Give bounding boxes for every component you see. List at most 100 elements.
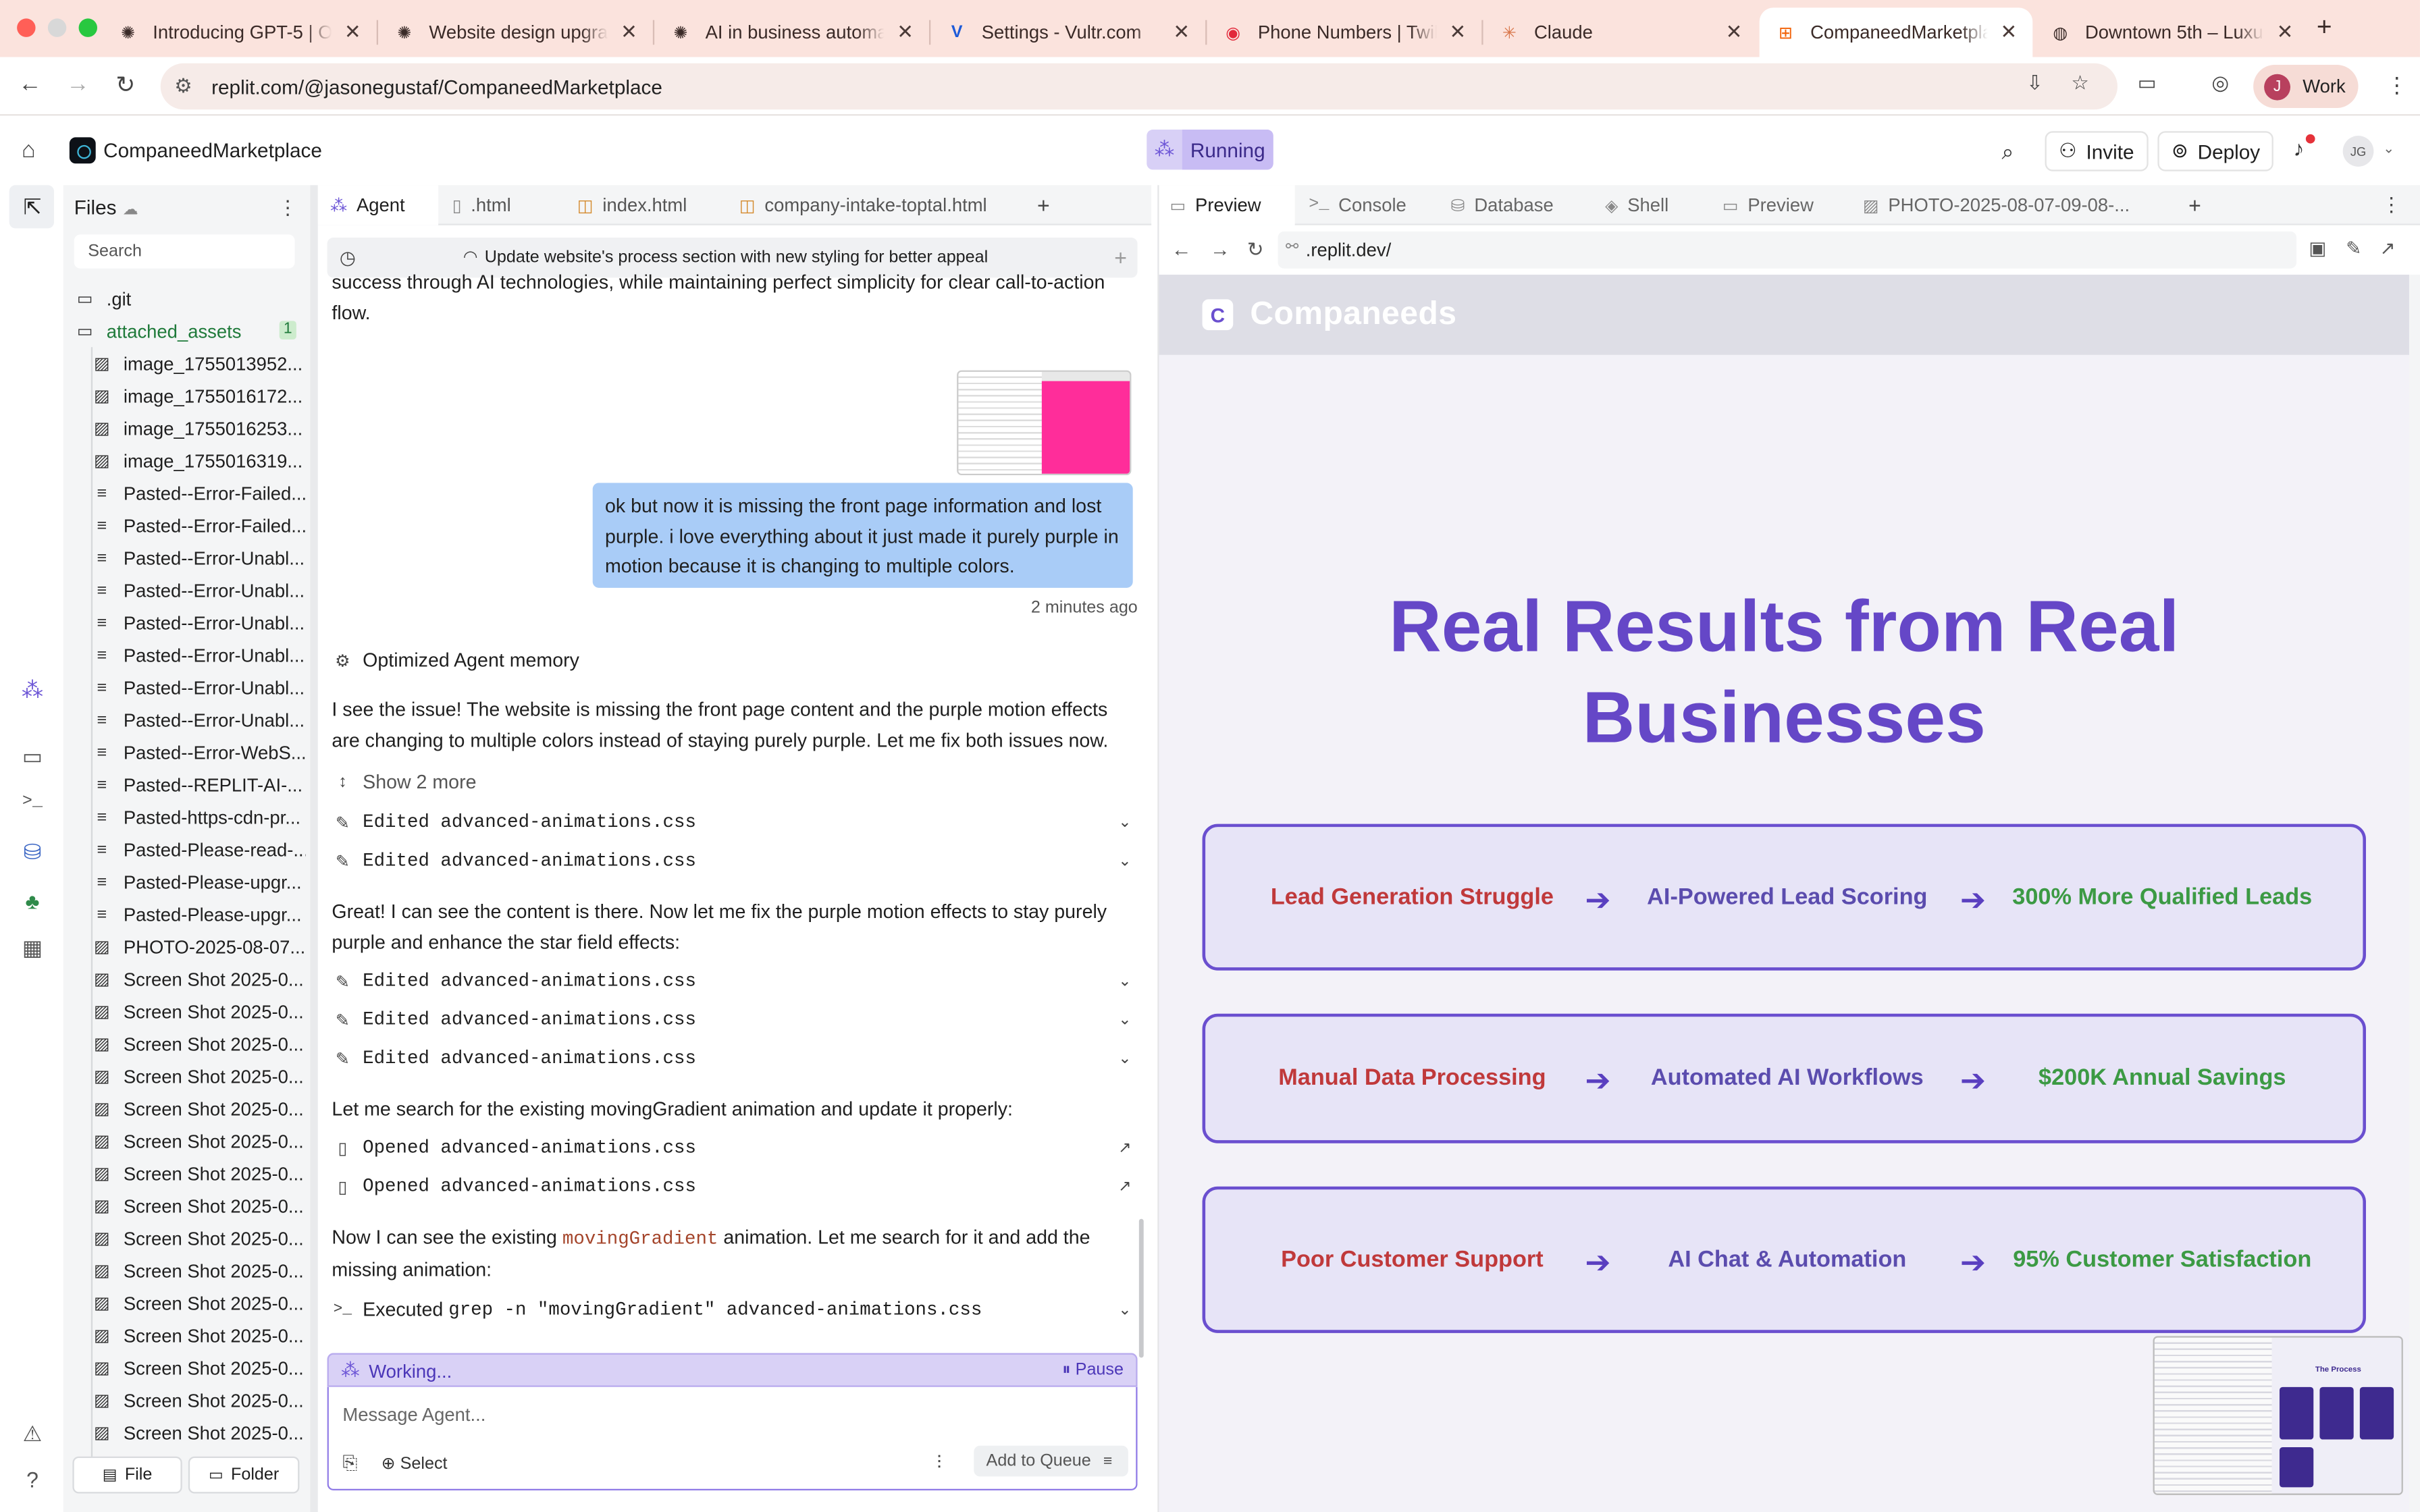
action-edited-file[interactable]: ✎ Edited advanced-animations.css ⌄ [332, 966, 1134, 997]
file-item[interactable]: ▨ Screen Shot 2025-0... [91, 1287, 306, 1319]
folder-item[interactable]: ▭ attached_assets [74, 315, 289, 347]
bookmark-star-icon[interactable]: ☆ [2071, 71, 2089, 96]
settings-sliders-icon[interactable]: ⫶ [937, 1452, 941, 1475]
back-icon[interactable]: ← [18, 71, 41, 97]
tree-tool-icon[interactable]: ♣ [18, 889, 46, 914]
file-item[interactable]: ▨ Screen Shot 2025-0... [91, 1351, 306, 1384]
close-tab-icon[interactable]: ✕ [1449, 20, 1466, 45]
file-item[interactable]: ≡ Pasted--Error-WebS... [91, 736, 305, 768]
tab-console[interactable]: >_ Console [1298, 185, 1437, 225]
devices-icon[interactable]: ▣ [2309, 238, 2326, 259]
browser-tab[interactable]: V Settings - Vultr.com ✕ [930, 7, 1205, 57]
apps-tool-icon[interactable]: ▦ [18, 935, 46, 961]
open-new-window-icon[interactable]: ↗ [2380, 238, 2396, 259]
close-window-button[interactable] [17, 18, 36, 37]
chevron-down-icon[interactable]: ⌄ [2383, 140, 2394, 157]
panel-divider[interactable] [310, 185, 318, 1512]
browser-tab[interactable]: ◍ Downtown 5th – Luxury ✕ [2034, 7, 2309, 57]
file-item[interactable]: ▨ image_1755013952... [91, 347, 306, 379]
action-opened-file[interactable]: ▯ Opened advanced-animations.css ↗ [332, 1171, 1134, 1202]
action-executed-command[interactable]: >_ Executed grep -n "movingGradient" adv… [332, 1295, 1134, 1326]
show-more-button[interactable]: ↕ Show 2 more [332, 767, 1134, 798]
close-tab-icon[interactable]: ✕ [1726, 20, 1743, 45]
file-item[interactable]: ▨ Screen Shot 2025-0... [91, 995, 306, 1027]
attach-icon[interactable]: ⎘ [342, 1452, 357, 1475]
file-item[interactable]: ▨ Screen Shot 2025-0... [91, 1319, 306, 1351]
forward-icon[interactable]: → [66, 71, 89, 97]
screenshot-preview-thumbnail[interactable]: The Process [2153, 1336, 2403, 1495]
bell-icon[interactable]: ♪ [2294, 136, 2305, 161]
minimize-window-button[interactable] [47, 18, 67, 37]
site-settings-icon[interactable]: ⚙ [174, 74, 192, 99]
alerts-icon[interactable]: ⚠ [18, 1421, 46, 1447]
preview-tool-icon[interactable]: ▭ [18, 744, 46, 770]
tab-shell[interactable]: ◈ Shell [1594, 185, 1718, 225]
file-item[interactable]: ≡ Pasted-Please-read-... [91, 833, 305, 865]
select-element-button[interactable]: ⊕ Select [382, 1453, 448, 1473]
file-item[interactable]: ▨ Screen Shot 2025-0... [91, 1157, 306, 1189]
run-status-button[interactable]: ⁂ Running [1147, 129, 1273, 170]
tab-database[interactable]: ⛁ Database [1440, 185, 1579, 225]
tab-preview-2[interactable]: ▭ Preview [1712, 185, 1851, 225]
help-icon[interactable]: ? [18, 1467, 46, 1492]
file-item[interactable]: ≡ Pasted-Please-upgr... [91, 898, 306, 930]
file-item[interactable]: ▨ Screen Shot 2025-0... [91, 963, 306, 995]
file-item[interactable]: ▨ PHOTO-2025-08-07... [91, 930, 306, 963]
tab-preview[interactable]: ▭ Preview [1159, 185, 1295, 225]
preview-url-input[interactable]: ⚯ .replit.dev/ [1278, 231, 2297, 269]
action-edited-file[interactable]: ✎ Edited advanced-animations.css ⌄ [332, 846, 1134, 877]
action-edited-file[interactable]: ✎ Edited advanced-animations.css ⌄ [332, 807, 1134, 838]
reading-mode-icon[interactable]: ▭ [2138, 71, 2157, 96]
folder-item[interactable]: ▭ .git [74, 282, 289, 315]
browser-menu-icon[interactable]: ⋮ [2386, 72, 2408, 99]
close-tab-icon[interactable]: ✕ [344, 20, 361, 45]
add-tab-icon[interactable]: + [2188, 193, 2201, 218]
invite-button[interactable]: ⚇ Invite [2045, 131, 2149, 171]
devtools-icon[interactable]: ✎ [2346, 238, 2361, 259]
close-tab-icon[interactable]: ✕ [621, 20, 637, 45]
file-item[interactable]: ▨ Screen Shot 2025-0... [91, 1254, 306, 1287]
maximize-window-button[interactable] [78, 18, 97, 37]
file-item[interactable]: ▨ image_1755016253... [91, 412, 306, 444]
close-tab-icon[interactable]: ✕ [2000, 20, 2017, 45]
preview-scrollbar[interactable] [2409, 274, 2420, 1512]
file-item[interactable]: ▨ Screen Shot 2025-0... [91, 1125, 306, 1157]
install-app-icon[interactable]: ⇩ [2026, 71, 2043, 96]
url-omnibox[interactable]: ⚙ replit.com/@jasonegustaf/CompaneedMark… [160, 63, 2118, 110]
tab-index-html[interactable]: ◫ index.html [565, 185, 726, 225]
file-item[interactable]: ▨ Screen Shot 2025-0... [91, 1189, 306, 1222]
action-edited-file[interactable]: ✎ Edited advanced-animations.css ⌄ [332, 1043, 1134, 1074]
site-brand[interactable]: Companeeds [1250, 296, 1456, 333]
file-item[interactable]: ≡ Pasted--Error-Unabl... [91, 639, 306, 671]
agent-tool-icon[interactable]: ⁂ [18, 677, 46, 703]
file-item[interactable]: ≡ Pasted--Error-Unabl... [91, 703, 306, 736]
file-item[interactable]: ≡ Pasted--Error-Unabl... [91, 574, 306, 606]
file-item[interactable]: ≡ Pasted--Error-Unabl... [91, 671, 306, 703]
files-search-input[interactable]: Search [74, 234, 295, 269]
close-tab-icon[interactable]: ✕ [1173, 20, 1190, 45]
tab-html[interactable]: ▯ .html [440, 185, 563, 225]
shell-tool-icon[interactable]: >_ [18, 793, 46, 811]
file-item[interactable]: ▨ image_1755016319... [91, 444, 306, 477]
file-item[interactable]: ≡ Pasted-Please-upgr... [91, 865, 306, 898]
files-menu-icon[interactable]: ⋮ [278, 196, 298, 221]
attached-screenshot-thumbnail[interactable] [957, 370, 1132, 475]
reload-icon[interactable]: ↻ [1247, 238, 1264, 263]
database-tool-icon[interactable]: ⛁ [18, 839, 46, 865]
site-logo[interactable]: C [1202, 299, 1234, 331]
new-file-button[interactable]: ▤ File [72, 1456, 182, 1494]
file-item[interactable]: ≡ Pasted--Error-Unabl... [91, 606, 306, 639]
reload-icon[interactable]: ↻ [115, 71, 135, 99]
tab-company-intake[interactable]: ◫ company-intake-toptal.html [727, 185, 1020, 225]
action-edited-file[interactable]: ✎ Edited advanced-animations.css ⌄ [332, 1004, 1134, 1035]
browser-tab[interactable]: ✺ AI in business automati ✕ [654, 7, 929, 57]
browser-tab[interactable]: ✺ Introducing GPT-5 | Op ✕ [102, 7, 377, 57]
panel-menu-icon[interactable]: ⋮ [2382, 193, 2402, 218]
history-icon[interactable]: ◷ [340, 247, 356, 269]
file-item[interactable]: ▨ Screen Shot 2025-0... [91, 1060, 306, 1092]
new-folder-button[interactable]: ▭ Folder [188, 1456, 300, 1494]
forward-icon[interactable]: → [1210, 238, 1230, 261]
browser-tab[interactable]: ◉ Phone Numbers | Twilio ✕ [1207, 7, 1481, 57]
file-item[interactable]: ≡ Pasted--Error-Failed... [91, 477, 305, 509]
file-item[interactable]: ▨ Screen Shot 2025-0... [91, 1384, 306, 1416]
